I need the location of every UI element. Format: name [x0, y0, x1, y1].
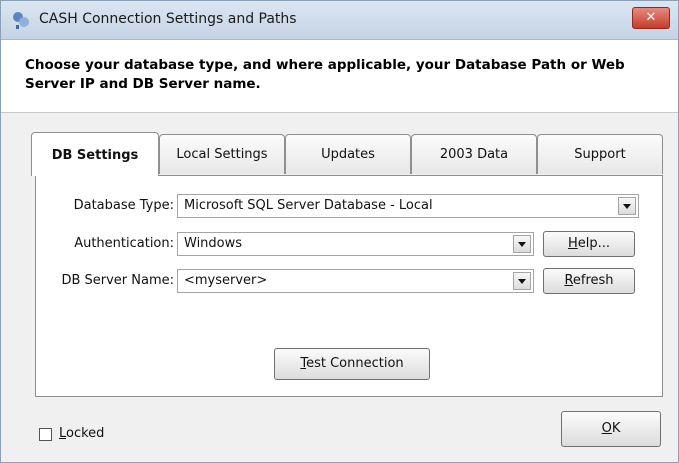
db-server-name-select[interactable]: <myserver> — [177, 269, 534, 293]
database-type-select[interactable]: Microsoft SQL Server Database - Local — [177, 194, 639, 218]
tab-support[interactable]: Support — [537, 134, 663, 174]
db-settings-panel: Database Type: Microsoft SQL Server Data… — [35, 175, 663, 397]
database-type-value: Microsoft SQL Server Database - Local — [184, 198, 433, 213]
tab-local-settings[interactable]: Local Settings — [159, 134, 285, 174]
tab-db-settings[interactable]: DB Settings — [31, 132, 159, 176]
db-server-name-label: DB Server Name: — [61, 273, 174, 288]
test-connection-button[interactable]: Test Connection — [274, 348, 430, 380]
ok-button[interactable]: OK — [561, 411, 661, 447]
app-icon — [13, 12, 29, 29]
window-title: CASH Connection Settings and Paths — [39, 11, 297, 27]
db-server-name-value: <myserver> — [184, 273, 268, 288]
close-button[interactable]: ✕ — [632, 7, 670, 29]
locked-checkbox[interactable] — [39, 428, 52, 441]
close-icon: ✕ — [645, 10, 657, 25]
authentication-select[interactable]: Windows — [177, 232, 534, 256]
refresh-button[interactable]: Refresh — [543, 268, 635, 294]
instruction-text: Choose your database type, and where app… — [25, 57, 625, 92]
locked-label[interactable]: Locked — [59, 426, 104, 441]
chevron-down-icon[interactable] — [513, 235, 531, 253]
authentication-label: Authentication: — [74, 236, 174, 251]
dialog-window: CASH Connection Settings and Paths ✕ Cho… — [0, 0, 679, 463]
tab-2003-data[interactable]: 2003 Data — [411, 134, 537, 174]
help-button[interactable]: Help... — [543, 231, 635, 257]
chevron-down-icon[interactable] — [513, 272, 531, 290]
tab-updates[interactable]: Updates — [285, 134, 411, 174]
chevron-down-icon[interactable] — [618, 197, 636, 215]
database-type-label: Database Type: — [73, 198, 174, 213]
title-bar[interactable]: CASH Connection Settings and Paths ✕ — [1, 1, 678, 40]
instruction-header: Choose your database type, and where app… — [1, 40, 678, 113]
authentication-value: Windows — [184, 236, 243, 251]
